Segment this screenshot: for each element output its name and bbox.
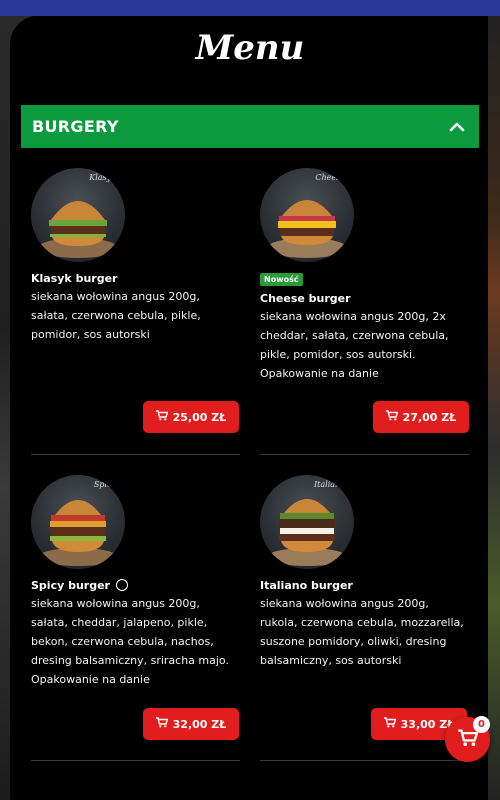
burger-image[interactable]: Cheese xyxy=(260,168,354,262)
price-label: 33,00 ZŁ xyxy=(400,717,455,731)
cart-icon xyxy=(155,717,169,731)
cart-icon xyxy=(385,410,399,424)
burger-image[interactable]: Italiano xyxy=(260,475,354,569)
cart-icon xyxy=(383,717,397,731)
new-badge: Nowość xyxy=(260,273,303,286)
chevron-up-icon[interactable] xyxy=(447,117,467,137)
item-description: siekana wołowina angus 200g, sałata, che… xyxy=(31,597,229,686)
item-name: Klasyk burger xyxy=(31,272,118,285)
item-description: siekana wołowina angus 200g, 2x cheddar,… xyxy=(260,310,449,380)
cart-icon xyxy=(155,410,169,424)
item-description: siekana wołowina angus 200g, sałata, cze… xyxy=(31,290,201,341)
price-label: 25,00 ZŁ xyxy=(172,410,227,424)
cart-count-badge: 0 xyxy=(473,716,490,733)
top-app-bar xyxy=(0,0,500,16)
add-to-cart-button[interactable]: 25,00 ZŁ xyxy=(143,401,239,433)
add-to-cart-button[interactable]: 27,00 ZŁ xyxy=(373,401,469,433)
menu-item[interactable]: Cheese Nowość Cheese burger siekana woło… xyxy=(260,168,469,383)
item-divider xyxy=(31,454,240,455)
price-label: 32,00 ZŁ xyxy=(172,717,227,731)
item-divider xyxy=(260,760,469,761)
burger-image[interactable]: Klasyk xyxy=(31,168,125,262)
category-label: BURGERY xyxy=(32,117,119,136)
price-label: 27,00 ZŁ xyxy=(402,410,457,424)
page-title: Menu xyxy=(195,28,305,68)
category-header-burgery[interactable]: BURGERY xyxy=(21,105,479,148)
add-to-cart-button[interactable]: 32,00 ZŁ xyxy=(143,708,239,740)
cart-icon xyxy=(457,728,479,751)
item-description: siekana wołowina angus 200g, rukola, cze… xyxy=(260,597,464,667)
menu-item[interactable]: Spicy Spicy burger siekana wołowina angu… xyxy=(31,475,240,689)
item-divider xyxy=(260,454,469,455)
item-name: Cheese burger xyxy=(260,292,351,305)
burger-image[interactable]: Spicy xyxy=(31,475,125,569)
item-divider xyxy=(31,760,240,761)
item-name: Italiano burger xyxy=(260,579,353,592)
menu-item[interactable]: Italiano Italiano burger siekana wołowin… xyxy=(260,475,469,670)
spicy-icon xyxy=(115,579,128,591)
menu-item[interactable]: Klasyk Klasyk burger siekana wołowina an… xyxy=(31,168,240,344)
item-name: Spicy burger xyxy=(31,578,240,594)
